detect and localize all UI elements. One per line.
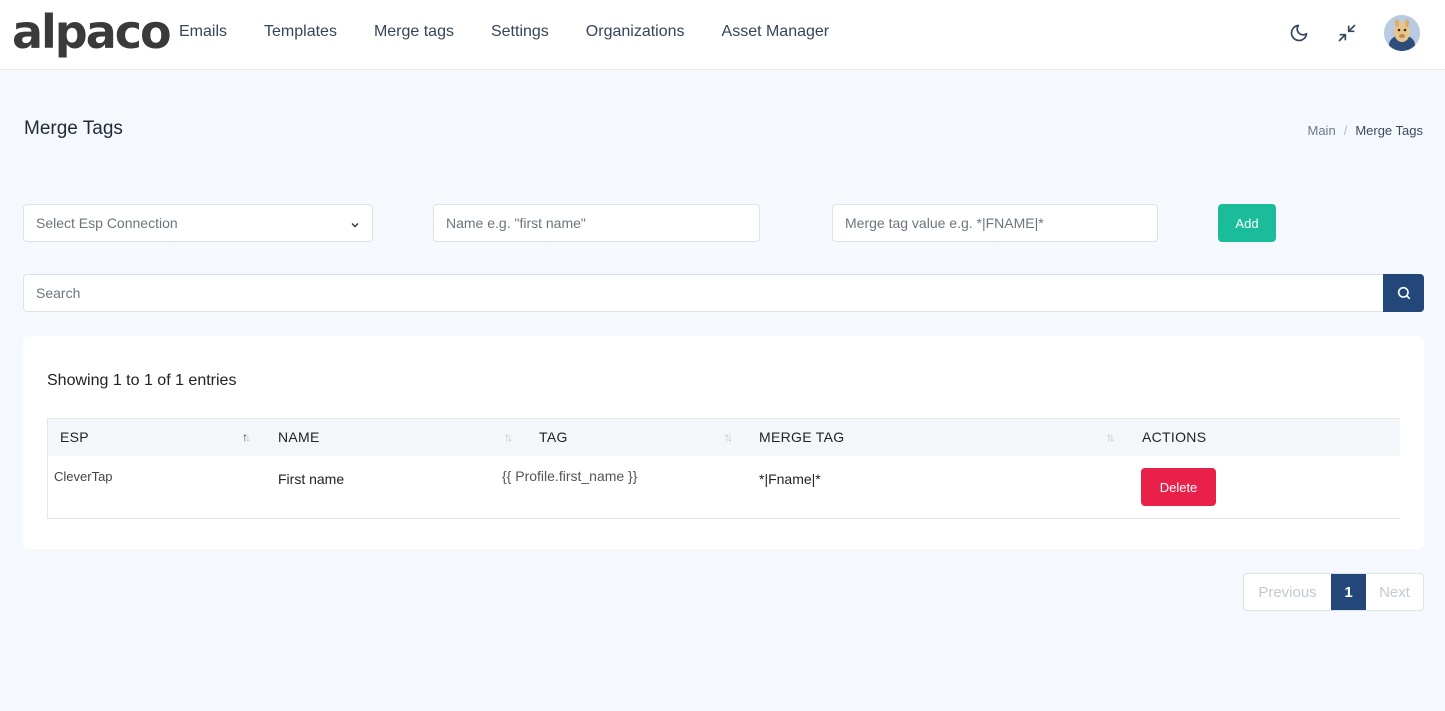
cell-tag: {{ Profile.first_name }} xyxy=(502,468,638,484)
breadcrumb-current: Merge Tags xyxy=(1355,123,1423,138)
sort-icon[interactable]: ↑↓ xyxy=(504,430,513,444)
sort-icon[interactable]: ↑↓ xyxy=(724,430,733,444)
nav-organizations[interactable]: Organizations xyxy=(586,22,685,42)
cell-merge-tag: *|Fname|* xyxy=(759,471,821,487)
collapse-icon[interactable] xyxy=(1335,21,1359,45)
search-button[interactable] xyxy=(1383,274,1424,312)
name-input-placeholder: Name e.g. "first name" xyxy=(446,215,586,231)
pagination-previous[interactable]: Previous xyxy=(1244,574,1331,610)
nav-emails[interactable]: Emails xyxy=(179,22,227,42)
cell-esp: CleverTap xyxy=(54,469,113,484)
search-input[interactable]: Search xyxy=(23,274,1384,312)
brand-logo[interactable]: alpaco xyxy=(12,6,172,58)
cell-name: First name xyxy=(278,471,345,487)
header-actions: ACTIONS xyxy=(1142,429,1207,445)
esp-select-placeholder: Select Esp Connection xyxy=(36,215,178,231)
chevron-down-icon xyxy=(350,217,360,233)
merge-tag-value-input[interactable]: Merge tag value e.g. *|FNAME|* xyxy=(832,204,1158,242)
header-tag[interactable]: TAG xyxy=(539,429,568,445)
header-esp[interactable]: ESP xyxy=(60,429,89,445)
entries-info: Showing 1 to 1 of 1 entries xyxy=(47,372,237,389)
esp-connection-select[interactable]: Select Esp Connection xyxy=(23,204,373,242)
top-navbar: alpaco Emails Templates Merge tags Setti… xyxy=(0,0,1445,70)
merge-tag-value-placeholder: Merge tag value e.g. *|FNAME|* xyxy=(845,215,1044,231)
breadcrumb-main[interactable]: Main xyxy=(1308,123,1336,138)
header-merge-tag[interactable]: MERGE TAG xyxy=(759,429,844,445)
add-button[interactable]: Add xyxy=(1218,204,1276,242)
moon-icon[interactable] xyxy=(1287,21,1311,45)
nav-merge-tags[interactable]: Merge tags xyxy=(374,22,454,42)
alpaca-avatar-icon xyxy=(1384,15,1420,51)
search-icon xyxy=(1397,286,1410,300)
merge-tags-table: ESP ↑↓ NAME ↑↓ TAG ↑↓ MERGE TAG ↑↓ ACTIO… xyxy=(47,418,1400,519)
page-title: Merge Tags xyxy=(24,118,123,139)
sort-icon[interactable]: ↑↓ xyxy=(1106,430,1115,444)
pagination: Previous 1 Next xyxy=(1243,573,1424,611)
main-nav: Emails Templates Merge tags Settings Org… xyxy=(179,22,866,42)
user-avatar[interactable] xyxy=(1384,15,1420,51)
search-placeholder: Search xyxy=(36,285,81,301)
pagination-page-1[interactable]: 1 xyxy=(1331,574,1366,610)
breadcrumb-separator: / xyxy=(1343,123,1348,138)
table-header: ESP ↑↓ NAME ↑↓ TAG ↑↓ MERGE TAG ↑↓ ACTIO… xyxy=(48,419,1400,456)
nav-settings[interactable]: Settings xyxy=(491,22,549,42)
nav-templates[interactable]: Templates xyxy=(264,22,337,42)
merge-tags-card: Showing 1 to 1 of 1 entries ESP ↑↓ NAME … xyxy=(23,336,1424,549)
pagination-next[interactable]: Next xyxy=(1366,574,1423,610)
nav-asset-manager[interactable]: Asset Manager xyxy=(722,22,830,42)
name-input[interactable]: Name e.g. "first name" xyxy=(433,204,760,242)
delete-button[interactable]: Delete xyxy=(1141,468,1216,506)
sort-asc-icon[interactable]: ↑↓ xyxy=(242,430,251,444)
breadcrumb: Main / Merge Tags xyxy=(1308,123,1424,138)
header-name[interactable]: NAME xyxy=(278,429,320,445)
